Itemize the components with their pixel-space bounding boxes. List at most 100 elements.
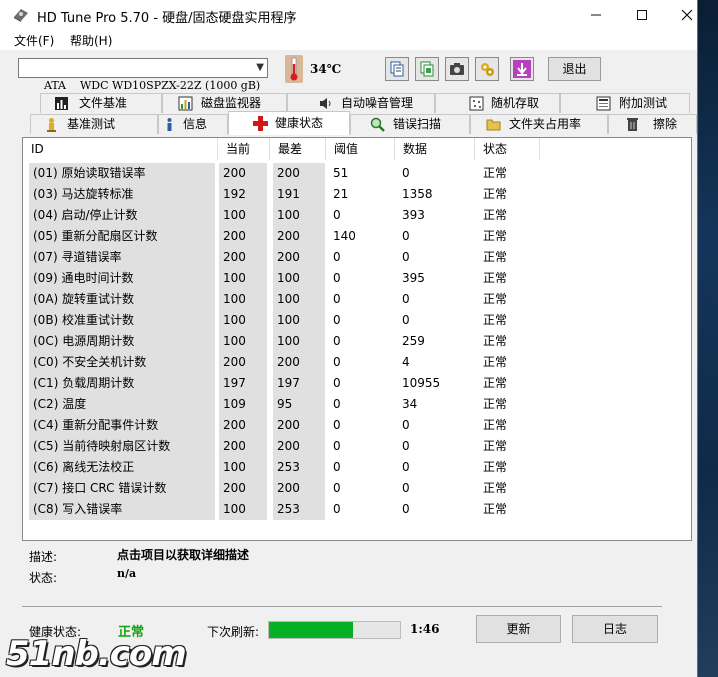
tab-folder-usage[interactable]: 文件夹占用率 [470,114,608,134]
table-row[interactable]: (04) 启动/停止计数 100 100 0 393 正常 [23,205,543,226]
cell-current: 200 [219,247,267,268]
cell-data: 393 [402,208,425,222]
column-header-threshold[interactable]: 阈值 [326,138,395,160]
cell-worst: 200 [273,478,325,499]
cell-status: 正常 [483,397,508,411]
column-header-worst[interactable]: 最差 [270,138,326,160]
table-row[interactable]: (C1) 负载周期计数 197 197 0 10955 正常 [23,373,543,394]
drive-select[interactable]: ATA WDC WD10SPZX-22Z (1000 gB) ▼ [18,58,268,92]
menu-file[interactable]: 文件(F) [14,32,54,49]
table-row[interactable]: (C8) 写入错误率 100 253 0 0 正常 [23,499,543,520]
maximize-button[interactable] [619,0,665,30]
minimize-button[interactable] [573,0,619,30]
cell-threshold: 0 [333,376,341,390]
table-row[interactable]: (C7) 接口 CRC 错误计数 200 200 0 0 正常 [23,478,543,499]
refresh-progress-bar [268,621,401,639]
exit-button[interactable]: 退出 [548,57,601,81]
log-button[interactable]: 日志 [572,615,658,643]
cell-data: 34 [402,397,418,411]
disk-monitor-icon [178,96,193,111]
tab-strip: 文件基准 磁盘监视器 自动噪音管理 随机存取 附加测试 基准测试 信息 健康状态… [30,93,697,137]
cell-worst: 253 [273,457,325,478]
table-row[interactable]: (03) 马达旋转标准 192 191 21 1358 正常 [23,184,543,205]
cell-current: 200 [219,226,267,247]
cell-data: 259 [402,334,425,348]
cell-id: (01) 原始读取错误率 [29,163,215,184]
cell-threshold: 21 [333,187,349,201]
cell-worst: 200 [273,415,325,436]
cell-worst: 197 [273,373,325,394]
tab-label: 随机存取 [491,96,540,110]
next-refresh-label: 下次刷新: [207,625,260,639]
save-icon [513,60,531,78]
screenshot-button[interactable] [445,57,469,81]
cell-id: (C1) 负载周期计数 [29,373,215,394]
cell-data: 0 [402,460,410,474]
tab-error-scan[interactable]: 错误扫描 [350,114,470,134]
status-value: n/a [117,567,137,580]
thermometer-icon [285,55,303,83]
cell-id: (C5) 当前待映射扇区计数 [29,436,215,457]
cell-current: 197 [219,373,267,394]
table-row[interactable]: (C6) 离线无法校正 100 253 0 0 正常 [23,457,543,478]
tab-erase[interactable]: 擦除 [608,114,697,134]
tab-benchmark[interactable]: 基准测试 [30,114,158,134]
column-header-data[interactable]: 数据 [395,138,475,160]
copy-icon [390,61,404,77]
table-row[interactable]: (0B) 校准重试计数 100 100 0 0 正常 [23,310,543,331]
table-row[interactable]: (0A) 旋转重试计数 100 100 0 0 正常 [23,289,543,310]
cell-id: (09) 通电时间计数 [29,268,215,289]
tab-extra-tests[interactable]: 附加测试 [560,93,690,113]
cell-current: 100 [219,457,267,478]
cell-threshold: 0 [333,334,341,348]
table-row[interactable]: (0C) 电源周期计数 100 100 0 259 正常 [23,331,543,352]
menu-help[interactable]: 帮助(H) [70,32,112,49]
menu-bar: 文件(F) 帮助(H) [0,30,697,50]
column-header-current[interactable]: 当前 [218,138,270,160]
cell-data: 0 [402,292,410,306]
cell-data: 0 [402,166,410,180]
cell-current: 100 [219,268,267,289]
smart-table[interactable]: ID 当前 最差 阈值 数据 状态 (01) 原始读取错误率 200 200 51 0 正… [22,137,692,541]
tab-label: 信息 [183,117,208,131]
cell-threshold: 0 [333,271,341,285]
cell-status: 正常 [483,481,508,495]
cell-status: 正常 [483,355,508,369]
column-header-status[interactable]: 状态 [475,138,540,160]
column-header-id[interactable]: ID [23,138,218,160]
close-button[interactable] [664,0,710,30]
cell-status: 正常 [483,271,508,285]
table-row[interactable]: (09) 通电时间计数 100 100 0 395 正常 [23,268,543,289]
tab-file-benchmark[interactable]: 文件基准 [40,93,162,113]
cell-status: 正常 [483,460,508,474]
save-button[interactable] [510,57,534,81]
cell-id: (C7) 接口 CRC 错误计数 [29,478,215,499]
copy-all-button[interactable] [415,57,439,81]
tab-random-access[interactable]: 随机存取 [435,93,560,113]
tab-noise-management[interactable]: 自动噪音管理 [287,93,435,113]
tab-health[interactable]: 健康状态 [228,111,350,135]
cell-id: (C8) 写入错误率 [29,499,215,520]
cell-status: 正常 [483,313,508,327]
cell-worst: 100 [273,205,325,226]
options-button[interactable] [475,57,499,81]
table-row[interactable]: (01) 原始读取错误率 200 200 51 0 正常 [23,163,543,184]
tab-disk-monitor[interactable]: 磁盘监视器 [162,93,287,113]
cell-current: 192 [219,184,267,205]
cell-worst: 100 [273,310,325,331]
cell-data: 0 [402,229,410,243]
speaker-icon [320,98,331,109]
table-row[interactable]: (C0) 不安全关机计数 200 200 0 4 正常 [23,352,543,373]
window-title: HD Tune Pro 5.70 - 硬盘/固态硬盘实用程序 [37,11,297,26]
table-row[interactable]: (C4) 重新分配事件计数 200 200 0 0 正常 [23,415,543,436]
refresh-button[interactable]: 更新 [476,615,561,643]
table-row[interactable]: (C5) 当前待映射扇区计数 200 200 0 0 正常 [23,436,543,457]
table-row[interactable]: (07) 寻道错误率 200 200 0 0 正常 [23,247,543,268]
cell-id: (0A) 旋转重试计数 [29,289,215,310]
table-row[interactable]: (C2) 温度 109 95 0 34 正常 [23,394,543,415]
copy-button[interactable] [385,57,409,81]
table-row[interactable]: (05) 重新分配扇区计数 200 200 140 0 正常 [23,226,543,247]
cell-current: 200 [219,478,267,499]
tab-info[interactable]: 信息 [158,114,228,134]
cell-data: 0 [402,502,410,516]
